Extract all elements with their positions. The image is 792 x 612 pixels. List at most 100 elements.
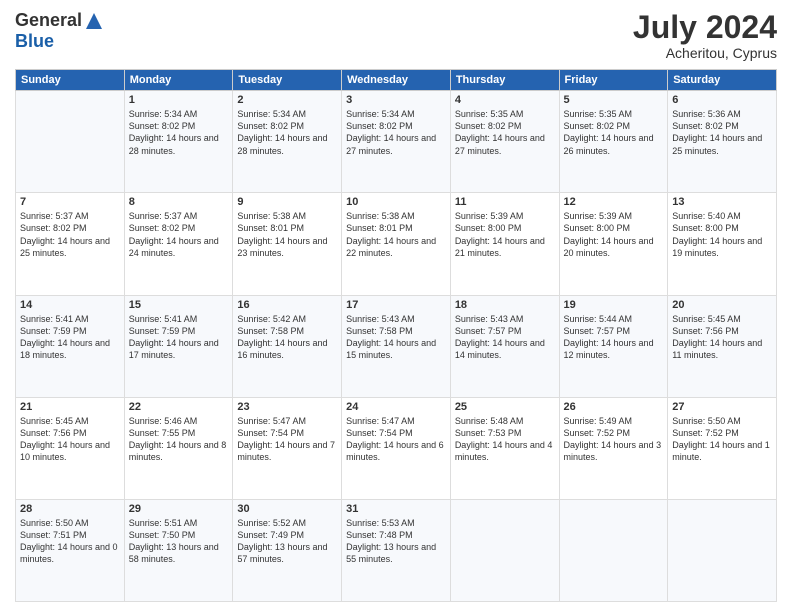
day-header-monday: Monday [124, 70, 233, 91]
day-cell: 29 Sunrise: 5:51 AMSunset: 7:50 PMDaylig… [124, 499, 233, 601]
day-info: Sunrise: 5:35 AMSunset: 8:02 PMDaylight:… [455, 108, 555, 157]
header-row: SundayMondayTuesdayWednesdayThursdayFrid… [16, 70, 777, 91]
day-cell: 2 Sunrise: 5:34 AMSunset: 8:02 PMDayligh… [233, 91, 342, 193]
day-cell: 20 Sunrise: 5:45 AMSunset: 7:56 PMDaylig… [668, 295, 777, 397]
day-cell: 6 Sunrise: 5:36 AMSunset: 8:02 PMDayligh… [668, 91, 777, 193]
day-info: Sunrise: 5:39 AMSunset: 8:00 PMDaylight:… [564, 210, 664, 259]
day-cell: 17 Sunrise: 5:43 AMSunset: 7:58 PMDaylig… [342, 295, 451, 397]
day-info: Sunrise: 5:51 AMSunset: 7:50 PMDaylight:… [129, 517, 229, 566]
day-info: Sunrise: 5:45 AMSunset: 7:56 PMDaylight:… [20, 415, 120, 464]
day-cell: 18 Sunrise: 5:43 AMSunset: 7:57 PMDaylig… [450, 295, 559, 397]
day-cell: 22 Sunrise: 5:46 AMSunset: 7:55 PMDaylig… [124, 397, 233, 499]
day-number: 31 [346, 503, 446, 515]
day-number: 13 [672, 196, 772, 208]
day-number: 5 [564, 94, 664, 106]
day-info: Sunrise: 5:42 AMSunset: 7:58 PMDaylight:… [237, 313, 337, 362]
day-number: 1 [129, 94, 229, 106]
day-cell: 25 Sunrise: 5:48 AMSunset: 7:53 PMDaylig… [450, 397, 559, 499]
day-number: 10 [346, 196, 446, 208]
day-cell: 28 Sunrise: 5:50 AMSunset: 7:51 PMDaylig… [16, 499, 125, 601]
day-info: Sunrise: 5:39 AMSunset: 8:00 PMDaylight:… [455, 210, 555, 259]
day-info: Sunrise: 5:41 AMSunset: 7:59 PMDaylight:… [129, 313, 229, 362]
day-number: 21 [20, 401, 120, 413]
day-info: Sunrise: 5:52 AMSunset: 7:49 PMDaylight:… [237, 517, 337, 566]
day-number: 18 [455, 299, 555, 311]
day-cell: 24 Sunrise: 5:47 AMSunset: 7:54 PMDaylig… [342, 397, 451, 499]
day-info: Sunrise: 5:47 AMSunset: 7:54 PMDaylight:… [346, 415, 446, 464]
day-info: Sunrise: 5:34 AMSunset: 8:02 PMDaylight:… [237, 108, 337, 157]
day-cell: 19 Sunrise: 5:44 AMSunset: 7:57 PMDaylig… [559, 295, 668, 397]
day-cell: 14 Sunrise: 5:41 AMSunset: 7:59 PMDaylig… [16, 295, 125, 397]
day-cell: 12 Sunrise: 5:39 AMSunset: 8:00 PMDaylig… [559, 193, 668, 295]
day-cell: 27 Sunrise: 5:50 AMSunset: 7:52 PMDaylig… [668, 397, 777, 499]
day-cell: 3 Sunrise: 5:34 AMSunset: 8:02 PMDayligh… [342, 91, 451, 193]
day-number: 24 [346, 401, 446, 413]
day-header-friday: Friday [559, 70, 668, 91]
month-title: July 2024 [633, 10, 777, 45]
day-cell: 5 Sunrise: 5:35 AMSunset: 8:02 PMDayligh… [559, 91, 668, 193]
day-info: Sunrise: 5:38 AMSunset: 8:01 PMDaylight:… [237, 210, 337, 259]
week-row-4: 21 Sunrise: 5:45 AMSunset: 7:56 PMDaylig… [16, 397, 777, 499]
day-header-sunday: Sunday [16, 70, 125, 91]
day-info: Sunrise: 5:34 AMSunset: 8:02 PMDaylight:… [346, 108, 446, 157]
day-cell: 11 Sunrise: 5:39 AMSunset: 8:00 PMDaylig… [450, 193, 559, 295]
logo-icon [84, 11, 104, 31]
day-number: 9 [237, 196, 337, 208]
day-cell: 9 Sunrise: 5:38 AMSunset: 8:01 PMDayligh… [233, 193, 342, 295]
day-number: 8 [129, 196, 229, 208]
day-header-thursday: Thursday [450, 70, 559, 91]
day-cell [668, 499, 777, 601]
day-info: Sunrise: 5:35 AMSunset: 8:02 PMDaylight:… [564, 108, 664, 157]
day-number: 25 [455, 401, 555, 413]
day-number: 6 [672, 94, 772, 106]
day-number: 22 [129, 401, 229, 413]
day-cell: 21 Sunrise: 5:45 AMSunset: 7:56 PMDaylig… [16, 397, 125, 499]
day-cell [16, 91, 125, 193]
day-number: 15 [129, 299, 229, 311]
day-info: Sunrise: 5:40 AMSunset: 8:00 PMDaylight:… [672, 210, 772, 259]
day-cell [450, 499, 559, 601]
day-number: 23 [237, 401, 337, 413]
day-cell: 10 Sunrise: 5:38 AMSunset: 8:01 PMDaylig… [342, 193, 451, 295]
day-number: 4 [455, 94, 555, 106]
calendar-table: SundayMondayTuesdayWednesdayThursdayFrid… [15, 69, 777, 602]
day-cell: 4 Sunrise: 5:35 AMSunset: 8:02 PMDayligh… [450, 91, 559, 193]
day-cell: 7 Sunrise: 5:37 AMSunset: 8:02 PMDayligh… [16, 193, 125, 295]
location-title: Acheritou, Cyprus [633, 45, 777, 61]
day-number: 19 [564, 299, 664, 311]
page: General Blue July 2024 Acheritou, Cyprus… [0, 0, 792, 612]
day-info: Sunrise: 5:47 AMSunset: 7:54 PMDaylight:… [237, 415, 337, 464]
day-number: 11 [455, 196, 555, 208]
day-info: Sunrise: 5:43 AMSunset: 7:57 PMDaylight:… [455, 313, 555, 362]
day-info: Sunrise: 5:37 AMSunset: 8:02 PMDaylight:… [20, 210, 120, 259]
day-number: 16 [237, 299, 337, 311]
day-info: Sunrise: 5:43 AMSunset: 7:58 PMDaylight:… [346, 313, 446, 362]
day-info: Sunrise: 5:36 AMSunset: 8:02 PMDaylight:… [672, 108, 772, 157]
day-cell: 30 Sunrise: 5:52 AMSunset: 7:49 PMDaylig… [233, 499, 342, 601]
day-info: Sunrise: 5:53 AMSunset: 7:48 PMDaylight:… [346, 517, 446, 566]
day-cell: 1 Sunrise: 5:34 AMSunset: 8:02 PMDayligh… [124, 91, 233, 193]
day-number: 14 [20, 299, 120, 311]
title-block: July 2024 Acheritou, Cyprus [633, 10, 777, 61]
day-number: 26 [564, 401, 664, 413]
day-number: 28 [20, 503, 120, 515]
day-info: Sunrise: 5:48 AMSunset: 7:53 PMDaylight:… [455, 415, 555, 464]
day-info: Sunrise: 5:44 AMSunset: 7:57 PMDaylight:… [564, 313, 664, 362]
week-row-2: 7 Sunrise: 5:37 AMSunset: 8:02 PMDayligh… [16, 193, 777, 295]
logo-general-text: General [15, 10, 82, 31]
day-info: Sunrise: 5:46 AMSunset: 7:55 PMDaylight:… [129, 415, 229, 464]
day-info: Sunrise: 5:34 AMSunset: 8:02 PMDaylight:… [129, 108, 229, 157]
day-cell: 13 Sunrise: 5:40 AMSunset: 8:00 PMDaylig… [668, 193, 777, 295]
day-cell: 23 Sunrise: 5:47 AMSunset: 7:54 PMDaylig… [233, 397, 342, 499]
day-info: Sunrise: 5:49 AMSunset: 7:52 PMDaylight:… [564, 415, 664, 464]
day-cell: 26 Sunrise: 5:49 AMSunset: 7:52 PMDaylig… [559, 397, 668, 499]
day-number: 30 [237, 503, 337, 515]
day-info: Sunrise: 5:37 AMSunset: 8:02 PMDaylight:… [129, 210, 229, 259]
day-info: Sunrise: 5:38 AMSunset: 8:01 PMDaylight:… [346, 210, 446, 259]
week-row-3: 14 Sunrise: 5:41 AMSunset: 7:59 PMDaylig… [16, 295, 777, 397]
day-number: 17 [346, 299, 446, 311]
logo-blue-text: Blue [15, 31, 54, 52]
day-number: 3 [346, 94, 446, 106]
day-number: 29 [129, 503, 229, 515]
day-cell [559, 499, 668, 601]
